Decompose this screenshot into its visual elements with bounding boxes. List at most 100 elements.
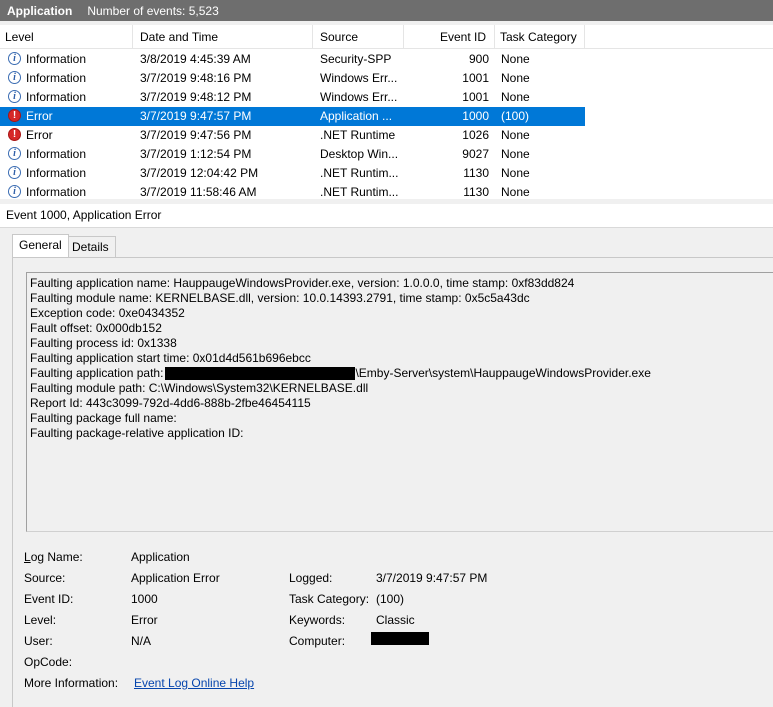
event-row[interactable]: i Information 3/7/2019 9:48:16 PM Windows E… <box>0 69 585 88</box>
event-id-value: 1000 <box>131 592 158 606</box>
event-log-online-help-link[interactable]: Event Log Online Help <box>134 674 254 692</box>
keywords-label: Keywords: <box>289 613 346 627</box>
event-cell-datetime: 3/7/2019 9:47:56 PM <box>140 128 252 142</box>
info-icon: i <box>8 71 21 84</box>
event-cell-category: None <box>501 185 530 199</box>
source-label: Source: <box>24 571 66 585</box>
event-cell-level: Information <box>26 185 87 199</box>
event-id-label: Event ID: <box>24 592 74 606</box>
event-cell-source: .NET Runtim... <box>320 166 399 180</box>
column-header-source[interactable]: Source <box>313 25 404 48</box>
event-cell-source: .NET Runtim... <box>320 185 399 199</box>
app-path-value: \Emby-Server\system\HauppaugeWindowsProv… <box>355 366 651 380</box>
event-cell-datetime: 3/7/2019 9:47:57 PM <box>140 109 252 123</box>
task-category-label: Task Category: <box>289 592 370 606</box>
info-icon: i <box>8 185 21 198</box>
event-cell-level: Information <box>26 166 87 180</box>
event-cell-category: (100) <box>501 109 530 123</box>
event-cell-source: .NET Runtime <box>320 128 396 142</box>
description-line: Faulting application start time: 0x01d4d… <box>30 351 311 365</box>
event-cell-event-id: 9027 <box>462 147 489 161</box>
event-row[interactable]: ! Error 3/7/2019 9:47:57 PM Application ...… <box>0 107 585 126</box>
event-cell-level: Information <box>26 71 87 85</box>
event-row[interactable]: i Information 3/7/2019 1:12:54 PM Desktop W… <box>0 145 585 164</box>
tab-general[interactable]: General <box>12 234 69 257</box>
error-icon: ! <box>8 109 21 122</box>
description-line: Faulting module name: KERNELBASE.dll, ve… <box>30 291 530 305</box>
event-cell-category: None <box>501 52 530 66</box>
redaction-block <box>165 367 356 381</box>
event-cell-level: Information <box>26 90 87 104</box>
log-title: Application <box>7 3 73 18</box>
event-list[interactable]: Level Date and Time Source Event ID Task… <box>0 25 773 200</box>
description-line: Faulting package full name: <box>30 411 177 425</box>
event-cell-datetime: 3/7/2019 9:48:12 PM <box>140 90 252 104</box>
app-path-label: Faulting application path: <box>30 366 164 380</box>
description-line: Fault offset: 0x000db152 <box>30 321 162 335</box>
event-cell-category: None <box>501 147 530 161</box>
event-cell-event-id: 1001 <box>462 90 489 104</box>
keywords-value: Classic <box>376 613 415 627</box>
description-line: Faulting package-relative application ID… <box>30 426 244 440</box>
event-row[interactable]: ! Error 3/7/2019 9:47:56 PM .NET Runtime 102… <box>0 126 585 145</box>
column-header-row: Level Date and Time Source Event ID Task… <box>0 25 773 49</box>
event-row[interactable]: i Information 3/7/2019 12:04:42 PM .NET Run… <box>0 164 585 183</box>
event-cell-level: Information <box>26 147 87 161</box>
tab-details[interactable]: Details <box>65 236 116 258</box>
description-line: Faulting process id: 0x1338 <box>30 336 177 350</box>
computer-redaction-block <box>371 632 429 645</box>
event-cell-category: None <box>501 166 530 180</box>
logged-label: Logged: <box>289 571 333 585</box>
event-description-box[interactable]: Faulting application name: HauppaugeWind… <box>26 272 773 532</box>
event-cell-level: Error <box>26 128 53 142</box>
description-line: Report Id: 443c3099-792d-4dd6-888b-2fbe4… <box>30 396 311 410</box>
info-icon: i <box>8 52 21 65</box>
column-header-event-id[interactable]: Event ID <box>404 25 495 48</box>
level-value: Error <box>131 613 158 627</box>
event-cell-source: Desktop Win... <box>320 147 399 161</box>
description-line-app-path: Faulting application path: \Emby-Server\s… <box>30 366 773 381</box>
event-cell-event-id: 1000 <box>462 109 489 123</box>
event-cell-event-id: 1001 <box>462 71 489 85</box>
event-cell-datetime: 3/7/2019 12:04:42 PM <box>140 166 259 180</box>
event-cell-source: Security-SPP <box>320 52 392 66</box>
event-cell-datetime: 3/7/2019 1:12:54 PM <box>140 147 252 161</box>
event-detail-title: Event 1000, Application Error <box>0 204 773 228</box>
log-name-label-text: og Name: <box>30 550 83 564</box>
description-line: Exception code: 0xe0434352 <box>30 306 185 320</box>
description-line: Faulting module path: C:\Windows\System3… <box>30 381 369 395</box>
event-cell-category: None <box>501 128 530 142</box>
event-row[interactable]: i Information 3/7/2019 11:58:46 AM .NET Run… <box>0 183 585 199</box>
logged-value: 3/7/2019 9:47:57 PM <box>376 571 488 585</box>
source-value: Application Error <box>131 571 220 585</box>
event-cell-event-id: 1130 <box>463 185 489 199</box>
event-row[interactable]: i Information 3/8/2019 4:45:39 AM Security-… <box>0 50 585 69</box>
event-cell-level: Error <box>26 109 53 123</box>
event-cell-event-id: 1026 <box>462 128 489 142</box>
error-icon: ! <box>8 128 21 141</box>
event-cell-datetime: 3/7/2019 11:58:46 AM <box>140 185 257 199</box>
info-icon: i <box>8 166 21 179</box>
task-category-value: (100) <box>376 592 405 606</box>
opcode-label: OpCode: <box>24 655 73 669</box>
event-cell-event-id: 1130 <box>463 166 489 180</box>
info-icon: i <box>8 147 21 160</box>
user-value: N/A <box>131 634 152 648</box>
more-information-label: More Information: <box>24 676 119 690</box>
column-header-task-category[interactable]: Task Category <box>495 25 585 48</box>
event-cell-event-id: 900 <box>468 52 489 66</box>
column-header-datetime[interactable]: Date and Time <box>133 25 313 48</box>
column-header-level[interactable]: Level <box>0 25 133 48</box>
event-cell-level: Information <box>26 52 87 66</box>
event-cell-source: Windows Err... <box>320 90 398 104</box>
event-count: Number of events: 5,523 <box>87 3 219 18</box>
description-line: Faulting application name: HauppaugeWind… <box>30 276 575 290</box>
event-row[interactable]: i Information 3/7/2019 9:48:12 PM Windows E… <box>0 88 585 107</box>
event-cell-datetime: 3/7/2019 9:48:16 PM <box>140 71 252 85</box>
event-cell-source: Application ... <box>320 109 393 123</box>
log-name-value: Application <box>131 550 190 564</box>
info-icon: i <box>8 90 21 103</box>
level-label: Level: <box>24 613 57 627</box>
computer-label: Computer: <box>289 634 346 648</box>
event-cell-source: Windows Err... <box>320 71 398 85</box>
